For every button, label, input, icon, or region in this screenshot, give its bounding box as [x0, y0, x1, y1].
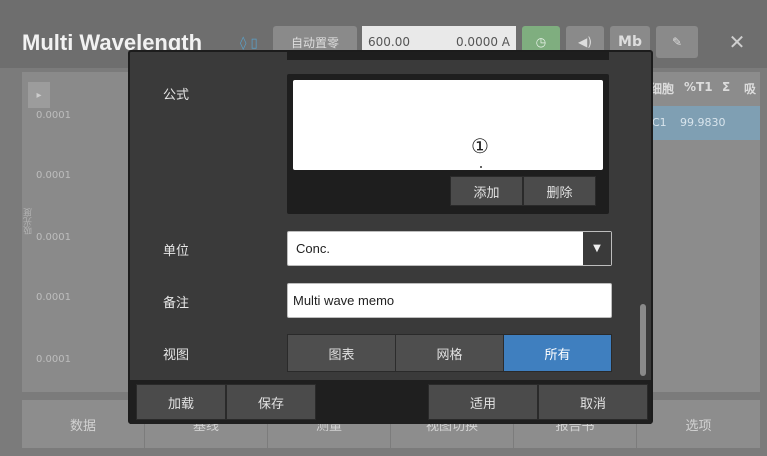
y-tick: 0.0001	[36, 232, 71, 243]
nav-options[interactable]: 选项	[637, 400, 760, 448]
view-option-grid[interactable]: 网格	[396, 335, 504, 371]
y-tick: 0.0001	[36, 110, 71, 121]
unit-label: 单位	[163, 244, 190, 259]
memo-field[interactable]	[287, 283, 612, 318]
apply-button[interactable]: 适用	[428, 384, 538, 420]
chart-area: ▸ 0.0001 0.0001 0.0001 0.0001 0.0001	[22, 72, 130, 392]
table-header: Σ	[722, 80, 731, 94]
expand-arrow-icon[interactable]: ▸	[28, 82, 50, 108]
nav-data[interactable]: 数据	[22, 400, 145, 448]
y-tick: 0.0001	[36, 292, 71, 303]
dialog-scrollbar[interactable]	[640, 304, 646, 376]
close-icon[interactable]: ✕	[716, 26, 758, 58]
view-segmented-control: 图表 网格 所有	[287, 334, 612, 372]
table-cell: C1	[652, 116, 667, 129]
memo-input[interactable]	[293, 293, 593, 308]
view-option-chart[interactable]: 图表	[288, 335, 396, 371]
marker-dot	[480, 166, 482, 168]
results-table: 细胞 %T1 Σ 吸 C1 99.9830	[650, 72, 760, 392]
formula-label: 公式	[163, 88, 190, 103]
delete-button[interactable]: 删除	[523, 176, 596, 206]
unit-select[interactable]: Conc. ▼	[287, 231, 612, 266]
save-button[interactable]: 保存	[226, 384, 316, 420]
table-header: 吸	[744, 82, 757, 96]
y-axis-label: 吸光度	[24, 208, 34, 235]
view-option-all[interactable]: 所有	[504, 335, 611, 371]
memo-label: 备注	[163, 296, 190, 311]
cancel-button[interactable]: 取消	[538, 384, 648, 420]
load-button[interactable]: 加载	[136, 384, 226, 420]
callout-marker: ①	[471, 134, 489, 158]
formula-textarea[interactable]	[293, 80, 603, 170]
dialog-footer: 加载 保存 适用 取消	[130, 380, 651, 424]
table-header: 细胞	[650, 82, 675, 96]
edit-icon[interactable]: ✎	[656, 26, 698, 58]
view-label: 视图	[163, 348, 190, 363]
lamp-icon: ◊ ▯	[240, 36, 258, 51]
formula-dialog: 公式 ① 添加 删除 单位 Conc. ▼ 备注 视图 图表 网格 所有 加载 …	[128, 50, 653, 424]
formula-panel: ① 添加 删除	[287, 74, 609, 214]
add-button[interactable]: 添加	[450, 176, 523, 206]
unit-value: Conc.	[296, 241, 330, 256]
dialog-top-edge	[287, 52, 609, 60]
table-header: %T1	[684, 80, 713, 94]
chevron-down-icon[interactable]: ▼	[583, 232, 611, 265]
table-cell: 99.9830	[680, 116, 726, 129]
y-tick: 0.0001	[36, 354, 71, 365]
y-tick: 0.0001	[36, 170, 71, 181]
